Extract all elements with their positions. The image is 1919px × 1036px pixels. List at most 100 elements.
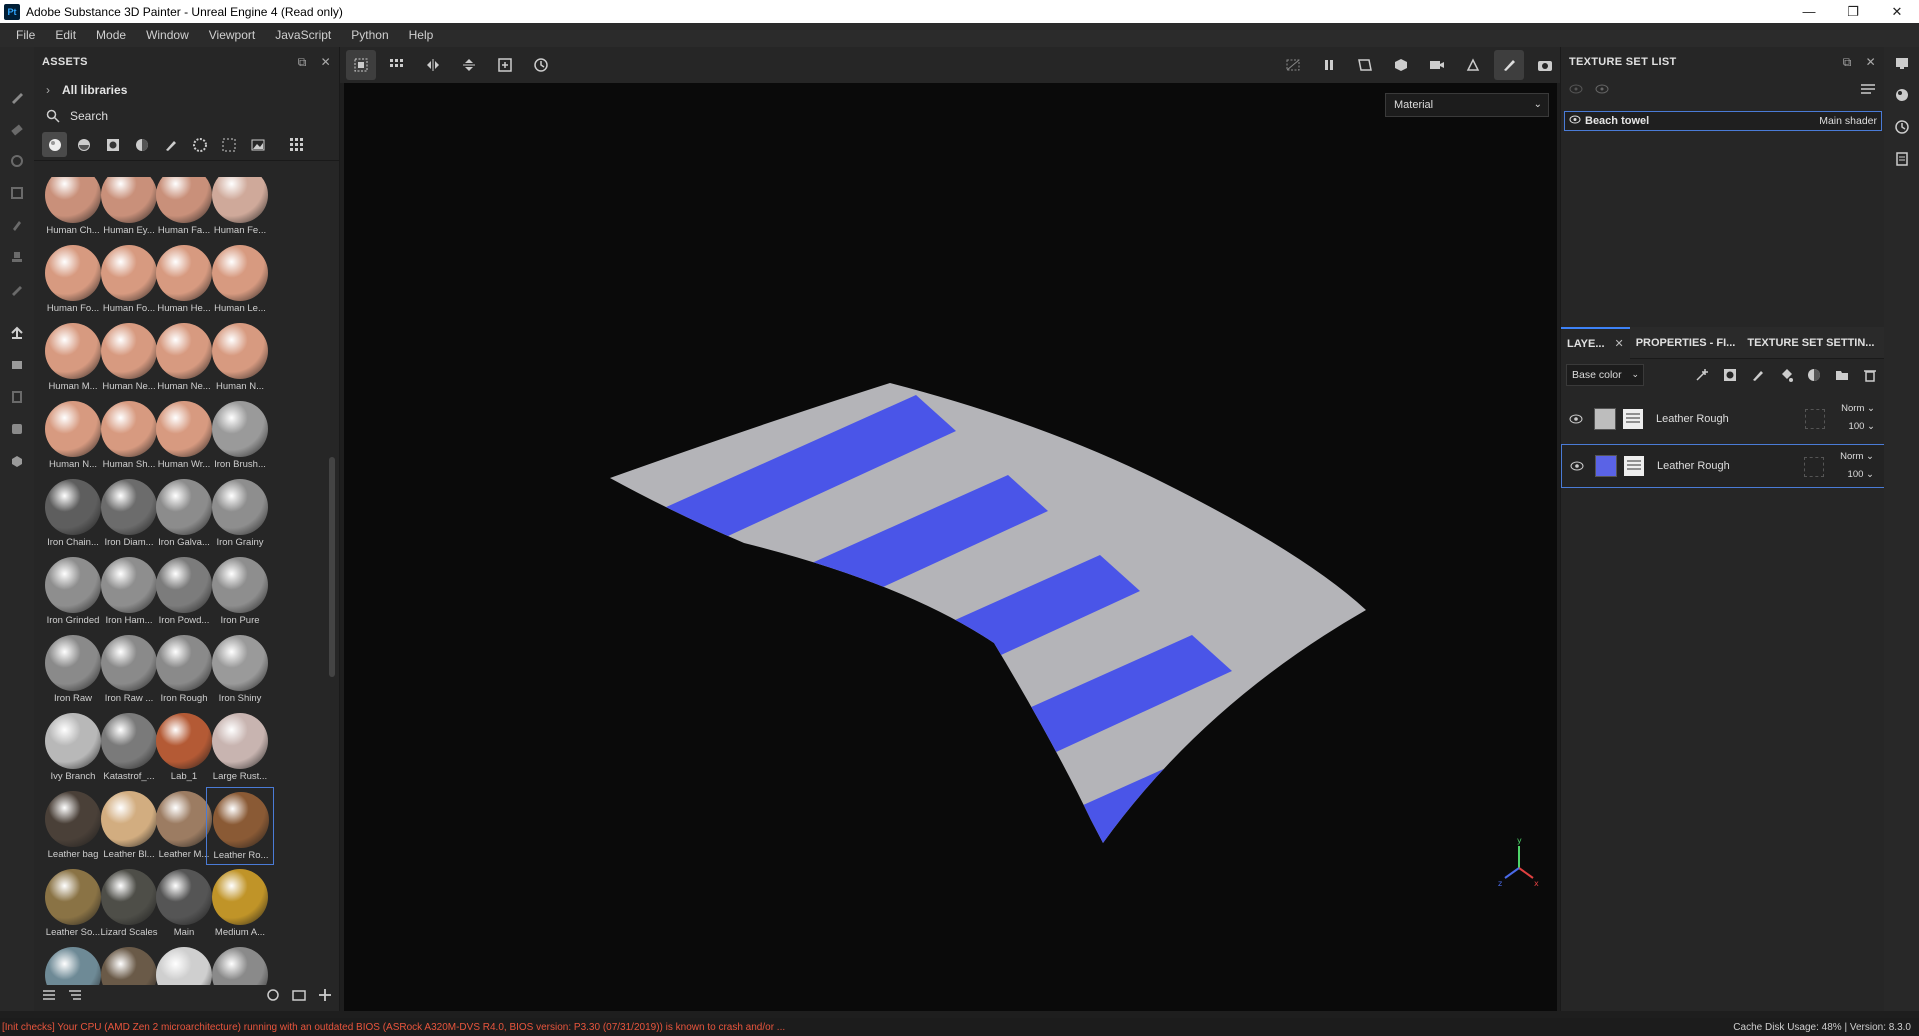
layer-effect-slot[interactable] — [1805, 409, 1825, 429]
sample-tool-icon[interactable] — [0, 349, 34, 381]
asset-tile[interactable]: Iron Shiny — [206, 631, 274, 709]
color-picker-tool-icon[interactable] — [0, 273, 34, 305]
clone-tool-icon[interactable] — [0, 241, 34, 273]
view-2d-icon[interactable] — [1350, 50, 1380, 80]
add-mask-icon[interactable] — [1721, 366, 1739, 384]
vertical-symmetry-icon[interactable] — [454, 50, 484, 80]
channel-dropdown[interactable]: Material ⌄ — [1385, 93, 1549, 117]
eye-icon[interactable] — [1595, 83, 1609, 97]
blend-mode[interactable]: Norm ⌄ — [1841, 403, 1875, 414]
alphas-filter-icon[interactable] — [187, 132, 212, 157]
symmetry-icon[interactable] — [418, 50, 448, 80]
channel-select[interactable]: Base color ⌄ — [1566, 364, 1644, 386]
paint-brush-tool-icon[interactable] — [0, 81, 34, 113]
assets-scrollbar[interactable] — [329, 457, 335, 677]
add-folder-icon[interactable] — [1833, 366, 1851, 384]
menu-help[interactable]: Help — [399, 28, 444, 42]
bake-tool-icon[interactable] — [0, 317, 34, 349]
tab-layers[interactable]: LAYE... ✕ — [1561, 326, 1630, 359]
search-input[interactable]: Search — [34, 103, 339, 129]
grunges-filter-icon[interactable] — [216, 132, 241, 157]
paint-mode-icon[interactable] — [1494, 50, 1524, 80]
shader-settings-icon[interactable] — [1884, 79, 1919, 111]
opacity-value[interactable]: 100 ⌄ — [1849, 421, 1875, 432]
add-icon[interactable] — [318, 988, 332, 1005]
close-panel-icon[interactable]: ✕ — [1866, 55, 1876, 70]
add-effect-icon[interactable] — [1693, 366, 1711, 384]
asset-tile[interactable]: Human Fe... — [206, 177, 274, 241]
layer-effect-slot[interactable] — [1804, 457, 1824, 477]
menu-viewport[interactable]: Viewport — [199, 28, 265, 42]
display-settings-icon[interactable] — [1884, 47, 1919, 79]
blend-mode[interactable]: Norm ⌄ — [1840, 451, 1874, 462]
refresh-icon[interactable] — [266, 988, 280, 1005]
asset-tile[interactable]: Human N... — [206, 319, 274, 397]
float-panel-icon[interactable]: ⧉ — [1843, 55, 1852, 70]
masks-filter-icon[interactable] — [100, 132, 125, 157]
history-icon[interactable] — [526, 50, 556, 80]
screenshot-icon[interactable] — [1530, 50, 1560, 80]
beach-towel-mesh[interactable]: y x z — [344, 83, 1557, 1011]
add-paint-layer-icon[interactable] — [1749, 366, 1767, 384]
asset-tile[interactable]: Human Le... — [206, 241, 274, 319]
smart-materials-filter-icon[interactable] — [71, 132, 96, 157]
eye-icon[interactable] — [1569, 115, 1581, 127]
menu-lines-icon[interactable] — [1861, 83, 1875, 98]
menu-python[interactable]: Python — [341, 28, 398, 42]
menu-mode[interactable]: Mode — [86, 28, 136, 42]
asset-tile[interactable]: Iron Brush... — [206, 397, 274, 475]
texture-set-shader[interactable]: Main shader — [1819, 115, 1877, 127]
tab-texture-set-settings[interactable]: TEXTURE SET SETTIN... — [1741, 327, 1880, 359]
projection-tool-icon[interactable] — [0, 145, 34, 177]
hide-icon[interactable] — [1278, 50, 1308, 80]
camera-icon[interactable] — [1422, 50, 1452, 80]
scene-icon[interactable] — [0, 413, 34, 445]
texture-set-row[interactable]: Beach towel Main shader — [1564, 111, 1882, 131]
close-icon[interactable]: ✕ — [1875, 0, 1919, 23]
asset-tile[interactable]: Iron Pure — [206, 553, 274, 631]
grid-view-icon[interactable] — [284, 132, 309, 157]
smudge-tool-icon[interactable] — [0, 209, 34, 241]
restore-icon[interactable]: ❐ — [1831, 0, 1875, 23]
view-3d-icon[interactable] — [1386, 50, 1416, 80]
display-icon[interactable] — [0, 445, 34, 477]
libraries-selector[interactable]: › All libraries — [34, 77, 339, 103]
asset-tile[interactable]: Large Rust... — [206, 709, 274, 787]
folder-icon[interactable] — [292, 988, 306, 1005]
asset-tile[interactable]: Leather Ro... — [206, 787, 274, 865]
eraser-tool-icon[interactable] — [0, 113, 34, 145]
hidden-eye-icon[interactable] — [1569, 83, 1583, 97]
render-icon[interactable] — [1458, 50, 1488, 80]
tab-properties[interactable]: PROPERTIES - FI... — [1630, 327, 1742, 359]
add-material-icon[interactable] — [1805, 366, 1823, 384]
menu-javascript[interactable]: JavaScript — [265, 28, 341, 42]
status-warning[interactable]: [Init checks] Your CPU (AMD Zen 2 microa… — [2, 1022, 785, 1033]
uv-tiles-icon[interactable] — [382, 50, 412, 80]
list-settings-icon[interactable] — [42, 988, 56, 1005]
measure-tool-icon[interactable] — [0, 381, 34, 413]
delete-layer-icon[interactable] — [1861, 366, 1879, 384]
minimize-icon[interactable]: — — [1787, 0, 1831, 23]
close-icon[interactable]: ✕ — [1615, 337, 1624, 350]
menu-file[interactable]: File — [6, 28, 45, 42]
log-icon[interactable] — [1884, 143, 1919, 175]
viewport-3d[interactable]: y x z Material ⌄ — [344, 83, 1557, 1011]
layer-mask-icon[interactable] — [1623, 455, 1645, 477]
menu-window[interactable]: Window — [136, 28, 199, 42]
asset-tile[interactable]: Iron Grainy — [206, 475, 274, 553]
eye-icon[interactable] — [1565, 461, 1589, 471]
float-panel-icon[interactable]: ⧉ — [298, 55, 307, 70]
layer-row[interactable]: Leather Rough Norm ⌄ 100 ⌄ — [1561, 444, 1885, 488]
pause-icon[interactable] — [1314, 50, 1344, 80]
history-icon[interactable] — [1884, 111, 1919, 143]
layer-row[interactable]: Leather Rough Norm ⌄ 100 ⌄ — [1561, 397, 1885, 441]
materials-filter-icon[interactable] — [42, 132, 67, 157]
layer-view-icon[interactable] — [346, 50, 376, 80]
geometry-fill-tool-icon[interactable] — [0, 177, 34, 209]
close-panel-icon[interactable]: ✕ — [321, 55, 331, 70]
layer-mask-icon[interactable] — [1622, 408, 1644, 430]
fit-view-icon[interactable] — [490, 50, 520, 80]
opacity-value[interactable]: 100 ⌄ — [1848, 469, 1874, 480]
menu-edit[interactable]: Edit — [45, 28, 86, 42]
environments-filter-icon[interactable] — [245, 132, 270, 157]
